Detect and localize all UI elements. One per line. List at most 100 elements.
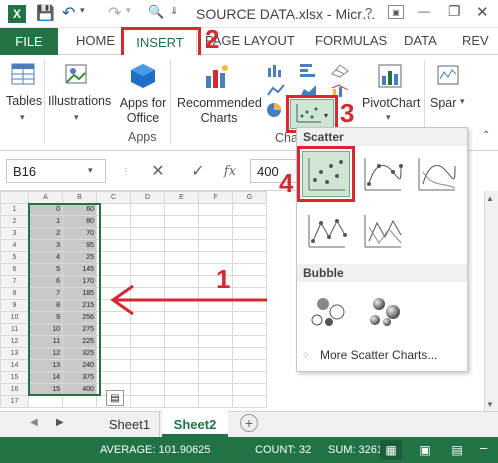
- tab-data[interactable]: DATA: [404, 33, 437, 48]
- column-header[interactable]: B: [62, 191, 97, 204]
- cell-empty[interactable]: [96, 359, 131, 372]
- cell-empty[interactable]: [164, 395, 199, 408]
- row-header[interactable]: 9: [0, 299, 29, 312]
- cell-empty[interactable]: [198, 395, 233, 408]
- name-box-dropdown-icon[interactable]: ▾: [88, 165, 93, 176]
- cell-empty[interactable]: [130, 251, 165, 264]
- surface-chart-icon[interactable]: [330, 62, 350, 78]
- cell-empty[interactable]: [232, 251, 267, 264]
- cell-b[interactable]: 240: [62, 359, 97, 372]
- row-header[interactable]: 15: [0, 371, 29, 384]
- cell-a[interactable]: 15: [28, 383, 63, 396]
- scatter-smooth-lines-option[interactable]: [412, 151, 460, 197]
- scroll-up-icon[interactable]: ▲: [486, 194, 494, 203]
- column-header[interactable]: D: [130, 191, 165, 204]
- row-header[interactable]: 4: [0, 239, 29, 252]
- cell-empty[interactable]: [198, 239, 233, 252]
- sheet-prev-icon[interactable]: ◀: [30, 417, 38, 428]
- cell-empty[interactable]: [130, 239, 165, 252]
- cell-a[interactable]: 1: [28, 215, 63, 228]
- save-icon[interactable]: 💾: [36, 4, 55, 22]
- column-header[interactable]: E: [164, 191, 199, 204]
- illustrations-button[interactable]: Illustrations: [48, 94, 111, 108]
- cell-a[interactable]: 9: [28, 311, 63, 324]
- cell-a[interactable]: 0: [28, 203, 63, 216]
- cell-empty[interactable]: [232, 335, 267, 348]
- cell-empty[interactable]: [198, 383, 233, 396]
- row-header[interactable]: 1: [0, 203, 29, 216]
- cell-b[interactable]: 275: [62, 323, 97, 336]
- cell-a[interactable]: 3: [28, 239, 63, 252]
- sparklines-button[interactable]: Spar: [430, 96, 456, 110]
- cell-a[interactable]: 7: [28, 287, 63, 300]
- ribbon-display-icon[interactable]: ▣: [388, 5, 404, 19]
- row-header[interactable]: 11: [0, 323, 29, 336]
- cell-a[interactable]: 8: [28, 299, 63, 312]
- cell-a[interactable]: 2: [28, 227, 63, 240]
- cell-empty[interactable]: [96, 239, 131, 252]
- redo-icon[interactable]: ↷: [108, 3, 121, 23]
- cell-b[interactable]: 25: [62, 251, 97, 264]
- print-preview-icon[interactable]: 🔍: [148, 4, 164, 20]
- page-break-view-icon[interactable]: ▤: [446, 440, 468, 460]
- cell-empty[interactable]: [232, 323, 267, 336]
- help-icon[interactable]: ?: [365, 5, 372, 20]
- pivotchart-button[interactable]: PivotChart: [362, 96, 420, 110]
- page-layout-view-icon[interactable]: ▣: [414, 440, 436, 460]
- row-header[interactable]: 7: [0, 275, 29, 288]
- cell-empty[interactable]: [164, 359, 199, 372]
- cell-a[interactable]: 6: [28, 275, 63, 288]
- cell-empty[interactable]: [164, 371, 199, 384]
- cell-b[interactable]: 215: [62, 299, 97, 312]
- close-button[interactable]: ✕: [476, 3, 489, 21]
- cell-empty[interactable]: [130, 347, 165, 360]
- tab-formulas[interactable]: FORMULAS: [315, 33, 387, 48]
- cell-empty[interactable]: [96, 215, 131, 228]
- sheet-next-icon[interactable]: ▶: [56, 417, 64, 428]
- pie-chart-icon[interactable]: [264, 101, 284, 119]
- cell-empty[interactable]: [130, 323, 165, 336]
- cell-empty[interactable]: [130, 263, 165, 276]
- cell-empty[interactable]: [164, 227, 199, 240]
- cell-empty[interactable]: [164, 251, 199, 264]
- cell-b[interactable]: 325: [62, 347, 97, 360]
- cell-a[interactable]: 14: [28, 371, 63, 384]
- undo-dropdown-icon[interactable]: ▾: [80, 5, 85, 16]
- cell-empty[interactable]: [198, 371, 233, 384]
- cell-b[interactable]: 225: [62, 335, 97, 348]
- cell-a[interactable]: 5: [28, 263, 63, 276]
- cell-b[interactable]: 185: [62, 287, 97, 300]
- cell-empty[interactable]: [96, 335, 131, 348]
- row-header[interactable]: 14: [0, 359, 29, 372]
- cell-empty[interactable]: [164, 323, 199, 336]
- cell-empty[interactable]: [130, 215, 165, 228]
- cell-b[interactable]: [62, 395, 97, 408]
- minimize-button[interactable]: —: [418, 4, 430, 18]
- cell-empty[interactable]: [164, 347, 199, 360]
- cell-empty[interactable]: [96, 347, 131, 360]
- column-header[interactable]: C: [96, 191, 131, 204]
- restore-button[interactable]: ❐: [448, 3, 461, 20]
- cell-empty[interactable]: [164, 263, 199, 276]
- cell-empty[interactable]: [164, 383, 199, 396]
- cell-b[interactable]: 60: [62, 203, 97, 216]
- row-header[interactable]: 10: [0, 311, 29, 324]
- cell-b[interactable]: 400: [62, 383, 97, 396]
- tab-home[interactable]: HOME: [76, 33, 115, 48]
- tab-review[interactable]: REV: [462, 33, 489, 48]
- row-header[interactable]: 2: [0, 215, 29, 228]
- cell-empty[interactable]: [96, 227, 131, 240]
- cell-a[interactable]: 10: [28, 323, 63, 336]
- cell-empty[interactable]: [96, 203, 131, 216]
- cell-empty[interactable]: [164, 215, 199, 228]
- cell-empty[interactable]: [164, 335, 199, 348]
- add-sheet-button[interactable]: +: [240, 414, 258, 432]
- cell-empty[interactable]: [96, 323, 131, 336]
- cell-empty[interactable]: [232, 215, 267, 228]
- row-header[interactable]: 6: [0, 263, 29, 276]
- cell-b[interactable]: 80: [62, 215, 97, 228]
- cell-empty[interactable]: [130, 335, 165, 348]
- cell-a[interactable]: [28, 395, 63, 408]
- cell-a[interactable]: 4: [28, 251, 63, 264]
- tab-file[interactable]: FILE: [0, 28, 58, 55]
